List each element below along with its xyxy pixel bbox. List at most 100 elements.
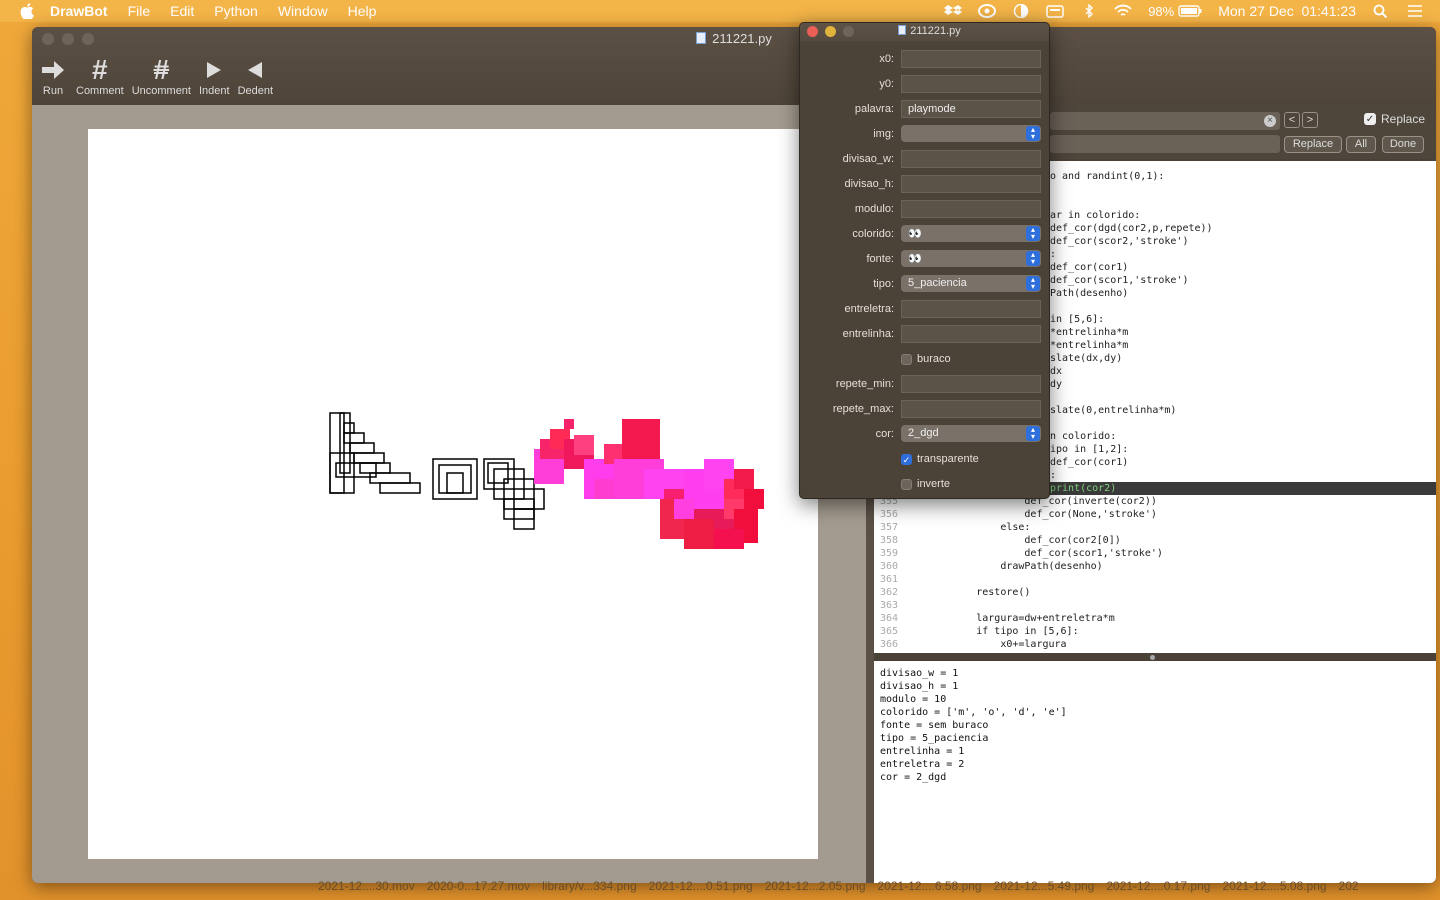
desktop-files: 2021-12....30.mov 2020-0...17.27.mov libra… xyxy=(318,879,1440,897)
done-button[interactable]: Done xyxy=(1382,136,1424,153)
artwork-cell xyxy=(594,479,614,499)
console-line: divisao_h = 1 xyxy=(880,681,959,692)
dedent-button[interactable]: Dedent xyxy=(238,55,273,97)
var-label: x0: xyxy=(879,53,894,65)
buraco-checkbox[interactable]: buraco xyxy=(901,353,951,365)
fonte-popup[interactable]: 👀 ▴ ▾ xyxy=(901,250,1041,267)
divisao-h-field[interactable] xyxy=(901,175,1041,193)
menu-python[interactable]: Python xyxy=(214,3,258,19)
desktop-file[interactable]: 2021-12....0.51.png xyxy=(649,879,753,893)
y0-field[interactable] xyxy=(901,75,1041,93)
canvas-area xyxy=(32,105,866,883)
artwork-cell xyxy=(684,519,714,549)
var-row-inverte: inverte xyxy=(800,474,1049,494)
inverte-checkbox[interactable]: inverte xyxy=(901,478,950,490)
var-row-y0: y0: xyxy=(800,74,1049,94)
var-label: palavra: xyxy=(854,103,894,115)
artwork-cell xyxy=(674,499,694,519)
var-label: repete_min: xyxy=(835,378,894,390)
indent-button[interactable]: Indent xyxy=(199,55,230,97)
modulo-field[interactable] xyxy=(901,200,1041,218)
replace-checkbox[interactable]: ✓ Replace xyxy=(1364,112,1425,126)
repete-max-field[interactable] xyxy=(901,400,1041,418)
variables-panel: 211221.py x0: y0: palavra: playmode img: ▴ ▾ di… xyxy=(799,22,1050,499)
code-line: 360 drawPath(desenho) xyxy=(879,561,1103,572)
desktop-file[interactable]: 2021-12...5.49.png xyxy=(994,879,1095,893)
console-line: cor = 2_dgd xyxy=(880,772,947,783)
replace-all-button[interactable]: All xyxy=(1346,136,1376,153)
code-line: 358 def_cor(cor2[0]) xyxy=(879,535,1121,546)
desktop-file[interactable]: 2021-12....0.17.png xyxy=(1106,879,1210,893)
desktop-file[interactable]: library/v...334.png xyxy=(542,879,637,893)
keyboard-icon[interactable] xyxy=(1046,4,1064,18)
console-divider[interactable] xyxy=(874,653,1436,661)
window-title: 211221.py xyxy=(32,31,1436,46)
cor-popup[interactable]: 2_dgd ▴ ▾ xyxy=(901,425,1041,442)
tipo-popup[interactable]: 5_paciencia ▴ ▾ xyxy=(901,275,1041,292)
repete-min-field[interactable] xyxy=(901,375,1041,393)
menu-app-drawbot[interactable]: DrawBot xyxy=(50,3,108,19)
artwork-cell xyxy=(353,452,385,464)
code-line: 361 xyxy=(879,574,898,585)
palavra-field[interactable]: playmode xyxy=(901,100,1041,118)
comment-button[interactable]: # Comment xyxy=(76,54,124,97)
var-label: colorido: xyxy=(852,228,894,240)
rendered-artwork xyxy=(329,412,764,549)
desktop-file[interactable]: 2021-12....30.mov xyxy=(318,879,415,893)
desktop-file[interactable]: 202 xyxy=(1339,879,1359,893)
entreletra-field[interactable] xyxy=(901,300,1041,318)
notification-center-icon[interactable] xyxy=(1406,4,1424,18)
code-line: 366 x0+=largura xyxy=(879,639,1067,650)
console-line: modulo = 10 xyxy=(880,694,947,705)
artwork-cell xyxy=(744,489,764,509)
transparente-checkbox[interactable]: ✓ transparente xyxy=(901,453,979,465)
desktop-file[interactable]: 2021-12...2.05.png xyxy=(765,879,866,893)
find-previous-button[interactable]: < xyxy=(1284,112,1300,128)
artwork-cell xyxy=(349,442,375,454)
menu-edit[interactable]: Edit xyxy=(170,3,194,19)
desktop-file[interactable]: 2021-12....5.08.png xyxy=(1222,879,1326,893)
hash-icon: # xyxy=(92,54,108,85)
replace-button[interactable]: Replace xyxy=(1284,136,1342,153)
run-button[interactable]: Run xyxy=(38,55,68,97)
clear-search-icon[interactable]: × xyxy=(1264,115,1276,127)
desktop-file[interactable]: 2021-12....6.58.png xyxy=(878,879,982,893)
menu-file[interactable]: File xyxy=(128,3,151,19)
uncomment-button[interactable]: # Uncomment xyxy=(132,54,191,97)
entrelinha-field[interactable] xyxy=(901,325,1041,343)
output-console[interactable]: divisao_w = 1 divisao_h = 1 modulo = 10 col… xyxy=(874,661,1436,883)
desktop-file[interactable]: 2020-0...17.27.mov xyxy=(427,879,530,893)
var-label: tipo: xyxy=(873,278,894,290)
replace-input[interactable] xyxy=(1050,135,1280,153)
chevron-updown-icon: ▴ ▾ xyxy=(1026,251,1040,266)
artwork-cell xyxy=(487,462,509,484)
menubar-clock[interactable]: Mon 27 Dec 01:41:23 xyxy=(1218,3,1356,19)
indent-triangle-icon xyxy=(207,62,222,78)
var-row-repete-max: repete_max: xyxy=(800,399,1049,419)
menu-help[interactable]: Help xyxy=(348,3,377,19)
bluetooth-icon[interactable] xyxy=(1080,4,1098,18)
dropbox-icon[interactable] xyxy=(944,4,963,18)
x0-field[interactable] xyxy=(901,50,1041,68)
spotlight-search-icon[interactable] xyxy=(1372,4,1390,18)
apple-menu-icon[interactable] xyxy=(20,3,34,19)
var-label: img: xyxy=(873,128,894,140)
creative-cloud-icon[interactable] xyxy=(978,4,997,18)
var-label: modulo: xyxy=(854,203,894,215)
find-next-button[interactable]: > xyxy=(1302,112,1318,128)
menu-window[interactable]: Window xyxy=(278,3,328,19)
colorido-popup[interactable]: 👀 ▴ ▾ xyxy=(901,225,1041,242)
console-line: tipo = 5_paciencia xyxy=(880,733,989,744)
dark-mode-icon[interactable] xyxy=(1012,4,1030,18)
code-line: 359 def_cor(scor1,'stroke') xyxy=(879,548,1163,559)
divisao-w-field[interactable] xyxy=(901,150,1041,168)
var-row-modulo: modulo: xyxy=(800,199,1049,219)
var-label: entreletra: xyxy=(844,303,894,315)
battery-icon[interactable] xyxy=(1178,4,1202,18)
img-popup[interactable]: ▴ ▾ xyxy=(901,125,1041,142)
var-row-divisao-h: divisao_h: xyxy=(800,174,1049,194)
find-input[interactable]: × xyxy=(1050,112,1280,130)
code-line: 362 restore() xyxy=(879,587,1031,598)
checkbox-empty-icon xyxy=(901,478,912,490)
wifi-icon[interactable] xyxy=(1114,4,1132,18)
